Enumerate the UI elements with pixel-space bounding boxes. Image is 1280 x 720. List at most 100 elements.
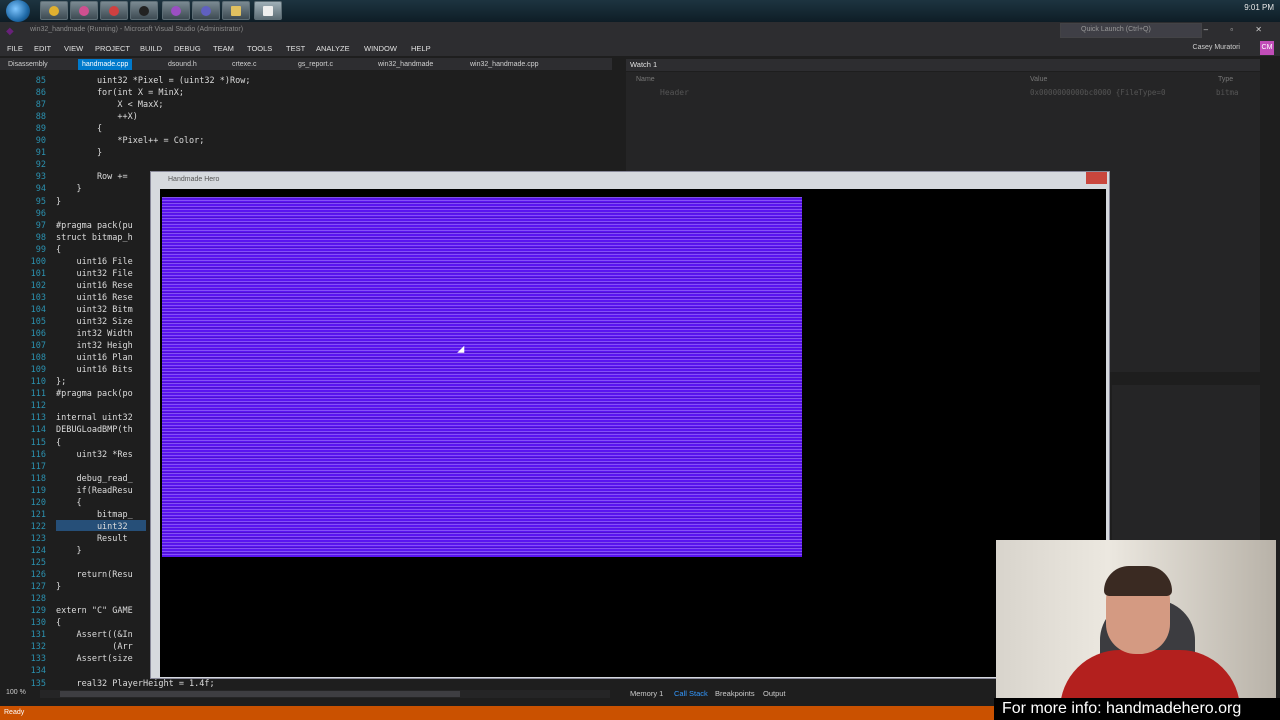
menu-test[interactable]: TEST [286, 44, 305, 53]
line-number: 95 [35, 196, 46, 207]
taskbar-clock[interactable]: 9:01 PM [1244, 3, 1274, 12]
code-line[interactable]: uint16 Rese [56, 281, 132, 291]
code-line[interactable]: ++X) [56, 112, 137, 122]
code-line[interactable]: int32 Heigh [56, 341, 132, 351]
menu-file[interactable]: FILE [7, 44, 23, 53]
code-line[interactable]: *Pixel++ = Color; [56, 136, 204, 146]
code-line[interactable]: X < MaxX; [56, 100, 163, 110]
quick-launch-input[interactable]: Quick Launch (Ctrl+Q) [1060, 23, 1202, 38]
tab-call-stack[interactable]: Call Stack [674, 689, 708, 698]
code-line[interactable]: (Arr [56, 642, 132, 652]
line-number: 90 [35, 136, 46, 147]
handmade-icon[interactable] [254, 1, 282, 20]
code-line[interactable]: bitmap_ [56, 510, 133, 520]
menu-analyze[interactable]: ANALYZE [316, 44, 350, 53]
watch-row-value[interactable]: 0x0000000000bc0000 {FileType=0 [1030, 88, 1165, 97]
code-line[interactable]: } [56, 546, 81, 556]
code-line[interactable]: Result [56, 534, 128, 544]
menu-window[interactable]: WINDOW [364, 44, 397, 53]
code-line[interactable]: Row += [56, 172, 128, 182]
menu-help[interactable]: HELP [411, 44, 431, 53]
code-line[interactable]: return(Resu [56, 570, 132, 580]
code-line[interactable]: for(int X = MinX; [56, 88, 184, 98]
code-line[interactable]: } [56, 197, 61, 207]
code-line[interactable]: debug_read_ [56, 474, 132, 484]
code-line[interactable]: { [56, 618, 61, 628]
code-line[interactable]: uint32 [56, 522, 128, 532]
emacs-icon[interactable] [192, 1, 220, 20]
code-line[interactable]: uint16 Bits [56, 365, 132, 375]
code-line[interactable]: if(ReadResu [56, 486, 132, 496]
code-line[interactable]: uint32 *Pixel = (uint32 *)Row; [56, 76, 251, 86]
tab-gs-report-c[interactable]: gs_report.c [294, 59, 337, 70]
windows-start-icon[interactable] [6, 0, 30, 22]
tab-handmade-cpp[interactable]: handmade.cpp [78, 59, 133, 70]
chrome-icon[interactable] [40, 1, 68, 20]
menu-build[interactable]: BUILD [140, 44, 162, 53]
code-line[interactable]: uint16 Plan [56, 353, 132, 363]
explorer-icon[interactable] [222, 1, 250, 20]
code-line[interactable]: uint32 File [56, 269, 132, 279]
watch-row-type: bitma [1216, 88, 1239, 97]
tab-crtexe-c[interactable]: crtexe.c [228, 59, 261, 70]
watch-title[interactable]: Watch 1 [630, 60, 657, 69]
menu-team[interactable]: TEAM [213, 44, 234, 53]
tab-memory-1[interactable]: Memory 1 [630, 689, 663, 698]
scrollbar-thumb[interactable] [60, 691, 460, 697]
code-line[interactable]: { [56, 438, 61, 448]
window-title: win32_handmade (Running) - Microsoft Vis… [30, 26, 244, 33]
code-line[interactable]: uint32 *Res [56, 450, 132, 460]
code-line[interactable]: Assert((&In [56, 630, 132, 640]
menu-project[interactable]: PROJECT [95, 44, 130, 53]
code-line[interactable]: } [56, 582, 61, 592]
code-line[interactable]: extern "C" GAME [56, 606, 133, 616]
line-number: 91 [35, 148, 46, 159]
zoom-level[interactable]: 100 % [6, 689, 26, 696]
code-line[interactable]: real32 PlayerHeight = 1.4f; [56, 679, 214, 689]
code-line[interactable]: #pragma pack(pu [56, 221, 133, 231]
menu-debug[interactable]: DEBUG [174, 44, 201, 53]
line-number: 111 [30, 389, 46, 400]
code-line[interactable]: Assert(size [56, 654, 132, 664]
tab-output[interactable]: Output [763, 689, 786, 698]
window-controls[interactable]: – ▫ ✕ [1204, 25, 1272, 34]
code-line[interactable]: } [56, 148, 102, 158]
tab-win32-handmade-cpp[interactable]: win32_handmade.cpp [466, 59, 543, 70]
tab-win32-handmade[interactable]: win32_handmade [374, 59, 437, 70]
avatar[interactable]: CM [1260, 41, 1274, 55]
code-line[interactable]: #pragma pack(po [56, 389, 133, 399]
line-number: 132 [30, 642, 46, 653]
line-number: 109 [30, 365, 46, 376]
code-line[interactable]: int32 Width [56, 329, 132, 339]
code-line[interactable]: DEBUGLoadBMP(th [56, 425, 133, 435]
code-line[interactable]: internal uint32 [56, 413, 133, 423]
line-number: 126 [30, 570, 46, 581]
game-close-button[interactable] [1086, 172, 1107, 184]
user-name[interactable]: Casey Muratori [1193, 44, 1240, 51]
firefox-icon[interactable] [70, 1, 98, 20]
line-number: 110 [30, 377, 46, 388]
code-line[interactable]: uint32 Size [56, 317, 132, 327]
tab-dsound-h[interactable]: dsound.h [164, 59, 201, 70]
code-line[interactable]: uint16 Rese [56, 293, 132, 303]
menu-tools[interactable]: TOOLS [247, 44, 272, 53]
watch-row-name[interactable]: Header [660, 88, 689, 97]
visual-studio-icon[interactable] [162, 1, 190, 20]
code-line[interactable]: uint16 File [56, 257, 132, 267]
code-line[interactable]: { [56, 124, 102, 134]
game-window-title: Handmade Hero [168, 176, 220, 183]
code-line[interactable]: struct bitmap_h [56, 233, 133, 243]
opera-icon[interactable] [100, 1, 128, 20]
menu-edit[interactable]: EDIT [34, 44, 51, 53]
code-line[interactable]: uint32 Bitm [56, 305, 132, 315]
line-number: 128 [30, 594, 46, 605]
code-line[interactable]: { [56, 498, 81, 508]
tab-breakpoints[interactable]: Breakpoints [715, 689, 755, 698]
code-line[interactable]: }; [56, 377, 66, 387]
code-line[interactable]: { [56, 245, 61, 255]
tab-disassembly[interactable]: Disassembly [4, 59, 52, 70]
code-line[interactable]: } [56, 184, 81, 194]
menu-view[interactable]: VIEW [64, 44, 83, 53]
line-number: 94 [35, 184, 46, 195]
cmd-icon[interactable] [130, 1, 158, 20]
